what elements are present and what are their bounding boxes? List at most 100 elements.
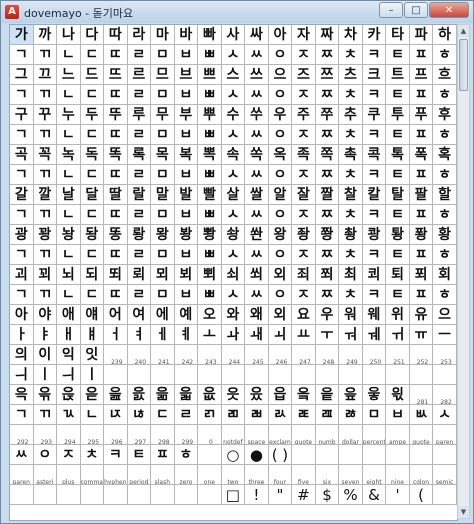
glyph-cell[interactable]: _243	[198, 345, 222, 365]
glyph-cell[interactable]: ㄲ	[33, 405, 58, 425]
glyph-cell[interactable]: 읃	[80, 385, 105, 405]
glyph-cell[interactable]: 워	[339, 305, 363, 325]
glyph-cell[interactable]: 윾	[33, 385, 58, 405]
glyph-cell[interactable]: ㅆ	[245, 85, 269, 105]
glyph-cell[interactable]: ㄾ	[292, 405, 316, 425]
glyph-cell[interactable]: notdef	[221, 425, 246, 445]
glyph-cell[interactable]: 쏸	[245, 225, 269, 245]
glyph-cell[interactable]: 쾅	[362, 225, 387, 245]
glyph-cell[interactable]: 쪽	[315, 145, 340, 165]
glyph-cell[interactable]: 목	[151, 145, 175, 165]
glyph-cell[interactable]: plus	[57, 465, 81, 485]
glyph-cell[interactable]: 읕	[315, 385, 340, 405]
glyph-cell[interactable]: ㅍ	[409, 125, 434, 145]
glyph-cell[interactable]: ㅋ	[362, 165, 387, 185]
glyph-cell[interactable]: ㅀ	[339, 405, 363, 425]
glyph-cell[interactable]: 우	[315, 305, 340, 325]
glyph-cell[interactable]: 뚜	[104, 105, 128, 125]
glyph-cell[interactable]: ㅠ	[409, 325, 434, 345]
glyph-cell[interactable]: "	[268, 485, 293, 505]
glyph-cell[interactable]: slash	[151, 465, 175, 485]
glyph-cell[interactable]: ㅎ	[433, 245, 457, 265]
glyph-cell[interactable]: ㄷ	[80, 205, 105, 225]
glyph-cell[interactable]: _246	[268, 345, 293, 365]
glyph-cell[interactable]: 야	[33, 305, 58, 325]
glyph-cell[interactable]	[198, 365, 222, 385]
glyph-cell[interactable]: ㅍ	[409, 205, 434, 225]
glyph-cell[interactable]: ㄷ	[80, 165, 105, 185]
glyph-cell[interactable]: ㄴ	[57, 165, 81, 185]
glyph-cell[interactable]: ㅋ	[362, 85, 387, 105]
glyph-cell[interactable]: ㅇ	[33, 445, 58, 465]
glyph-cell[interactable]: 꼭	[33, 145, 58, 165]
glyph-cell[interactable]: ㅈ	[292, 85, 316, 105]
glyph-cell[interactable]: 읈	[127, 385, 152, 405]
glyph-cell[interactable]: ㅈ	[292, 45, 316, 65]
glyph-cell[interactable]: ㅉ	[315, 45, 340, 65]
glyph-cell[interactable]: ㅌ	[386, 205, 410, 225]
glyph-cell[interactable]	[104, 485, 128, 505]
glyph-cell[interactable]: period	[127, 465, 152, 485]
glyph-cell[interactable]	[339, 445, 363, 465]
glyph-cell[interactable]: 칼	[362, 185, 387, 205]
glyph-cell[interactable]	[174, 485, 199, 505]
glyph-cell[interactable]: ㅎ	[174, 445, 199, 465]
glyph-cell[interactable]: ㅊ	[339, 85, 363, 105]
glyph-cell[interactable]: 녹	[57, 145, 81, 165]
glyph-cell[interactable]: 깔	[33, 185, 58, 205]
glyph-cell[interactable]: 날	[57, 185, 81, 205]
glyph-cell[interactable]	[315, 445, 340, 465]
glyph-cell[interactable]: 읖	[339, 385, 363, 405]
glyph-cell[interactable]: ㄱ	[10, 245, 34, 265]
glyph-cell[interactable]	[433, 445, 457, 465]
glyph-cell[interactable]: _295	[80, 425, 105, 445]
glyph-cell[interactable]: ㄷ	[80, 85, 105, 105]
glyph-cell[interactable]: ㅅ	[221, 45, 246, 65]
glyph-cell[interactable]: _298	[151, 425, 175, 445]
glyph-cell[interactable]: ㄴ	[80, 405, 105, 425]
glyph-cell[interactable]: ㅂ	[174, 85, 199, 105]
glyph-cell[interactable]	[386, 445, 410, 465]
glyph-cell[interactable]: ㅁ	[151, 285, 175, 305]
glyph-cell[interactable]: 프	[409, 65, 434, 85]
glyph-cell[interactable]: 뽱	[198, 225, 222, 245]
glyph-cell[interactable]	[57, 485, 81, 505]
glyph-cell[interactable]: 따	[104, 25, 128, 45]
glyph-cell[interactable]	[292, 365, 316, 385]
glyph-cell[interactable]: ㄹ	[127, 245, 152, 265]
glyph-cell[interactable]: 뵈	[174, 265, 199, 285]
glyph-cell[interactable]: 솽	[221, 225, 246, 245]
glyph-cell[interactable]: 에	[151, 305, 175, 325]
glyph-cell[interactable]: _297	[127, 425, 152, 445]
glyph-cell[interactable]: 뫼	[151, 265, 175, 285]
glyph-cell[interactable]: ㅁ	[151, 45, 175, 65]
glyph-cell[interactable]: 으	[433, 305, 457, 325]
glyph-cell[interactable]: ㅟ	[386, 325, 410, 345]
glyph-cell[interactable]: 추	[339, 105, 363, 125]
close-button[interactable]: ✕	[429, 2, 469, 18]
glyph-cell[interactable]: '	[386, 485, 410, 505]
glyph-cell[interactable]	[104, 365, 128, 385]
glyph-cell[interactable]: ㄷ	[80, 125, 105, 145]
glyph-cell[interactable]: quote	[409, 425, 434, 445]
glyph-cell[interactable]: five	[292, 465, 316, 485]
glyph-cell[interactable]: 복	[174, 145, 199, 165]
glyph-cell[interactable]: 뿌	[198, 105, 222, 125]
glyph-cell[interactable]: ㅂ	[174, 45, 199, 65]
glyph-cell[interactable]: ㄹ	[127, 125, 152, 145]
glyph-cell[interactable]: ㄱ	[10, 205, 34, 225]
glyph-cell[interactable]: 퐝	[409, 225, 434, 245]
glyph-cell[interactable]: ㅊ	[339, 125, 363, 145]
glyph-cell[interactable]: 외	[268, 265, 293, 285]
glyph-cell[interactable]: _239	[104, 345, 128, 365]
glyph-cell[interactable]: %	[339, 485, 363, 505]
glyph-cell[interactable]: nine	[386, 465, 410, 485]
glyph-cell[interactable]: ㄽ	[268, 405, 293, 425]
glyph-cell[interactable]: ㅌ	[386, 45, 410, 65]
glyph-cell[interactable]	[127, 485, 152, 505]
glyph-cell[interactable]: ㅍ	[151, 445, 175, 465]
glyph-cell[interactable]: 나	[57, 25, 81, 45]
glyph-cell[interactable]: ㅈ	[57, 445, 81, 465]
glyph-cell[interactable]: 황	[433, 225, 457, 245]
glyph-cell[interactable]: 촉	[339, 145, 363, 165]
